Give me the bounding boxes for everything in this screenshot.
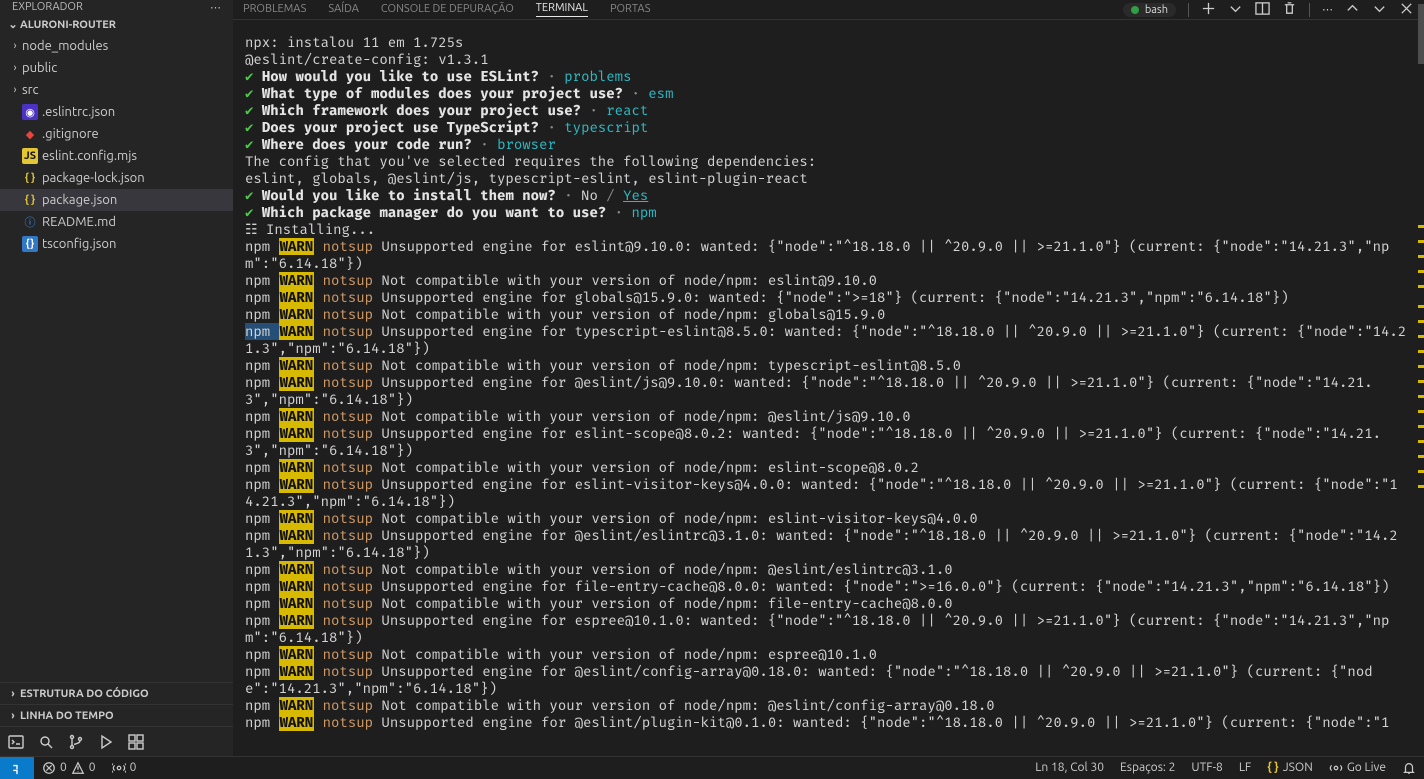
terminal-icon[interactable] bbox=[8, 734, 24, 750]
extensions-icon[interactable] bbox=[128, 734, 144, 750]
chevron-right-icon: › bbox=[8, 84, 22, 96]
file--gitignore[interactable]: ◆.gitignore bbox=[0, 123, 233, 145]
tab-ports[interactable]: PORTAS bbox=[610, 3, 651, 17]
shell-badge[interactable]: bash bbox=[1123, 3, 1176, 17]
json-icon: { } bbox=[22, 192, 38, 208]
chevron-right-icon: › bbox=[8, 40, 22, 52]
file-package-lock-json[interactable]: { }package-lock.json bbox=[0, 167, 233, 189]
folder-src[interactable]: ›src bbox=[0, 79, 233, 101]
folder-public[interactable]: ›public bbox=[0, 57, 233, 79]
status-lncol[interactable]: Ln 18, Col 30 bbox=[1027, 761, 1112, 774]
sidebar-footer-actions bbox=[0, 726, 233, 756]
split-terminal-icon[interactable] bbox=[1255, 1, 1270, 19]
shell-running-dot bbox=[1131, 6, 1139, 14]
chevron-right-icon: › bbox=[6, 710, 20, 722]
file-README-md[interactable]: ⓘREADME.md bbox=[0, 211, 233, 233]
chevron-down-icon[interactable] bbox=[1372, 1, 1387, 19]
status-eol[interactable]: LF bbox=[1231, 761, 1259, 774]
status-language[interactable]: { }JSON bbox=[1259, 761, 1321, 774]
outline-label: ESTRUTURA DO CÓDIGO bbox=[20, 688, 149, 700]
remote-button[interactable] bbox=[0, 757, 34, 779]
tab-terminal[interactable]: TERMINAL bbox=[536, 2, 588, 17]
file-tsconfig-json[interactable]: {}tsconfig.json bbox=[0, 233, 233, 255]
chevron-right-icon: › bbox=[8, 62, 22, 74]
file-package-json[interactable]: { }package.json bbox=[0, 189, 233, 211]
status-bar: 0 0 0 Ln 18, Col 30 Espaços: 2 UTF-8 LF … bbox=[0, 756, 1424, 778]
more-icon[interactable]: ⋯ bbox=[1322, 3, 1333, 16]
shell-name: bash bbox=[1145, 4, 1168, 16]
chevron-down-icon: ⌄ bbox=[6, 18, 20, 31]
panel-tabs: PROBLEMAS SAÍDA CONSOLE DE DEPURAÇÃO TER… bbox=[233, 0, 1424, 20]
json-icon: { } bbox=[22, 170, 38, 186]
explorer-title: EXPLORADOR bbox=[12, 1, 83, 13]
section-timeline[interactable]: › LINHA DO TEMPO bbox=[0, 704, 233, 726]
section-outline[interactable]: › ESTRUTURA DO CÓDIGO bbox=[0, 682, 233, 704]
new-terminal-icon[interactable] bbox=[1201, 1, 1216, 19]
debug-run-icon[interactable] bbox=[98, 734, 114, 750]
js-icon: JS bbox=[22, 148, 38, 164]
git-icon: ◆ bbox=[22, 126, 38, 142]
info-icon: ⓘ bbox=[22, 214, 38, 230]
status-errors[interactable]: 0 0 bbox=[34, 761, 104, 775]
chevron-down-icon[interactable] bbox=[1228, 1, 1243, 19]
project-header[interactable]: ⌄ ALURONI-ROUTER bbox=[0, 14, 233, 35]
project-name: ALURONI-ROUTER bbox=[20, 19, 116, 31]
status-spaces[interactable]: Espaços: 2 bbox=[1112, 761, 1183, 774]
tab-output[interactable]: SAÍDA bbox=[328, 3, 359, 17]
search-icon[interactable] bbox=[38, 734, 54, 750]
braces-icon: { } bbox=[1267, 761, 1278, 774]
status-ports[interactable]: 0 bbox=[104, 761, 145, 775]
close-panel-icon[interactable] bbox=[1399, 1, 1414, 19]
maximize-icon[interactable] bbox=[1345, 1, 1360, 19]
tab-problems[interactable]: PROBLEMAS bbox=[243, 3, 306, 17]
eslint-icon: ◉ bbox=[22, 104, 38, 120]
terminal-output[interactable]: npx: instalou 11 em 1.725s@eslint/create… bbox=[233, 20, 1424, 756]
file--eslintrc-json[interactable]: ◉.eslintrc.json bbox=[0, 101, 233, 123]
timeline-label: LINHA DO TEMPO bbox=[20, 710, 114, 722]
branch-icon[interactable] bbox=[68, 734, 84, 750]
tab-debugconsole[interactable]: CONSOLE DE DEPURAÇÃO bbox=[381, 3, 514, 17]
status-notifications[interactable] bbox=[1394, 761, 1424, 775]
status-encoding[interactable]: UTF-8 bbox=[1183, 761, 1230, 774]
status-golive[interactable]: Go Live bbox=[1321, 761, 1394, 775]
explorer-more-icon[interactable]: ⋯ bbox=[210, 1, 221, 14]
explorer-sidebar: EXPLORADOR ⋯ ⌄ ALURONI-ROUTER ›node_modu… bbox=[0, 0, 233, 756]
folder-node_modules[interactable]: ›node_modules bbox=[0, 35, 233, 57]
terminal-panel: PROBLEMAS SAÍDA CONSOLE DE DEPURAÇÃO TER… bbox=[233, 0, 1424, 756]
trash-icon[interactable] bbox=[1282, 1, 1297, 19]
terminal-minimap[interactable] bbox=[1418, 0, 1424, 756]
file-eslint-config-mjs[interactable]: JSeslint.config.mjs bbox=[0, 145, 233, 167]
ts-icon: {} bbox=[22, 236, 38, 252]
chevron-right-icon: › bbox=[6, 688, 20, 700]
